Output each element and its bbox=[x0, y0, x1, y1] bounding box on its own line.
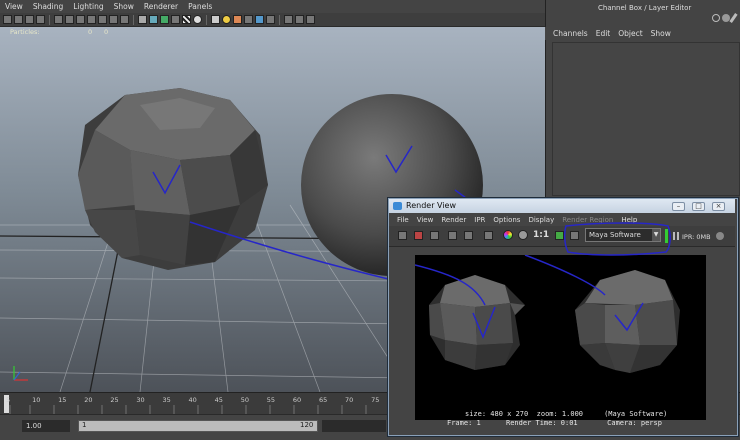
toolbar-divider bbox=[49, 14, 50, 25]
tick-label: 10 bbox=[32, 396, 41, 404]
help-icon[interactable] bbox=[712, 14, 720, 22]
select-camera-icon[interactable] bbox=[3, 15, 12, 24]
range-start-label: 1 bbox=[82, 421, 87, 429]
annotation-box bbox=[563, 222, 671, 256]
field-chart-icon[interactable] bbox=[98, 15, 107, 24]
isolate-select-icon[interactable] bbox=[284, 15, 293, 24]
safe-action-icon[interactable] bbox=[109, 15, 118, 24]
viewport-menubar: View Shading Lighting Show Renderer Pane… bbox=[0, 0, 545, 14]
hud-particles-value: 0 bbox=[88, 28, 93, 36]
ipr-render-icon[interactable] bbox=[448, 231, 457, 240]
anti-aliasing-icon[interactable] bbox=[255, 15, 264, 24]
bookmark-icon[interactable] bbox=[25, 15, 34, 24]
lights-icon[interactable] bbox=[193, 15, 202, 24]
render-image[interactable] bbox=[415, 255, 706, 420]
toolbar-divider bbox=[133, 14, 134, 25]
channel-box-title: Channel Box / Layer Editor bbox=[598, 4, 692, 12]
ipr-memory-label: IPR: 0MB bbox=[682, 233, 711, 241]
xray-joints-icon[interactable] bbox=[306, 15, 315, 24]
tick-label: 15 bbox=[58, 396, 67, 404]
camera-attributes-icon[interactable] bbox=[14, 15, 23, 24]
tick-label: 35 bbox=[162, 396, 171, 404]
toolbar-divider bbox=[279, 14, 280, 25]
toolbar-divider bbox=[206, 14, 207, 25]
rv-menu-file[interactable]: File bbox=[397, 216, 409, 224]
rendered-scene bbox=[415, 255, 680, 373]
depth-of-field-icon[interactable] bbox=[266, 15, 275, 24]
menu-object[interactable]: Object bbox=[618, 29, 642, 38]
menu-show[interactable]: Show bbox=[109, 2, 139, 11]
tick-label: 60 bbox=[292, 396, 302, 404]
render-status: size: 480 x 270 zoom: 1.000 (Maya Softwa… bbox=[389, 408, 735, 430]
tick-label: 5 bbox=[6, 396, 11, 404]
tick-label: 45 bbox=[214, 396, 223, 404]
channel-box-menubar: Channels Edit Object Show bbox=[545, 27, 740, 40]
tick-label: 20 bbox=[84, 396, 93, 404]
rv-menu-options[interactable]: Options bbox=[493, 216, 520, 224]
range-end-label: 120 bbox=[300, 421, 314, 429]
range-slider[interactable] bbox=[78, 420, 318, 432]
xray-icon[interactable] bbox=[295, 15, 304, 24]
render-region-icon[interactable] bbox=[414, 231, 423, 240]
minimize-button[interactable]: – bbox=[672, 202, 685, 211]
menu-renderer[interactable]: Renderer bbox=[139, 2, 183, 11]
menu-panels[interactable]: Panels bbox=[183, 2, 217, 11]
tick-label: 50 bbox=[240, 396, 249, 404]
tick-label: 55 bbox=[266, 396, 276, 404]
tick-label: 40 bbox=[188, 396, 197, 404]
film-gate-icon[interactable] bbox=[65, 15, 74, 24]
timeline-labels: 5 10 15 20 25 30 35 40 45 50 55 60 65 70… bbox=[6, 396, 421, 404]
end-time-field[interactable] bbox=[322, 420, 386, 432]
keep-image-icon[interactable] bbox=[484, 231, 493, 240]
textured-icon[interactable] bbox=[171, 15, 180, 24]
menu-edit[interactable]: Edit bbox=[596, 29, 611, 38]
rv-menu-display[interactable]: Display bbox=[528, 216, 554, 224]
render-frame-info: Frame: 1 Render Time: 0:01 Camera: persp bbox=[447, 419, 662, 427]
tick-label: 25 bbox=[110, 396, 119, 404]
tick-label: 30 bbox=[136, 396, 145, 404]
rgb-channels-icon[interactable] bbox=[503, 230, 513, 240]
ipr-status-icon bbox=[716, 232, 724, 240]
smooth-shade-icon[interactable] bbox=[149, 15, 158, 24]
safe-title-icon[interactable] bbox=[120, 15, 129, 24]
hud-particles-label: Particles: bbox=[10, 28, 40, 36]
render-size-info: size: 480 x 270 zoom: 1.000 (Maya Softwa… bbox=[465, 410, 668, 418]
close-button[interactable]: × bbox=[712, 202, 725, 211]
wireframe-icon[interactable] bbox=[138, 15, 147, 24]
ambient-occlusion-icon[interactable] bbox=[233, 15, 242, 24]
rv-menu-render[interactable]: Render bbox=[441, 216, 466, 224]
hud-particles-selected: 0 bbox=[104, 28, 109, 36]
lighting-icon[interactable] bbox=[222, 15, 231, 24]
rv-menu-ipr[interactable]: IPR bbox=[474, 216, 485, 224]
menu-show-cb[interactable]: Show bbox=[651, 29, 671, 38]
render-view-title: Render View bbox=[406, 201, 457, 210]
resolution-gate-icon[interactable] bbox=[76, 15, 85, 24]
grid-icon[interactable] bbox=[54, 15, 63, 24]
menu-lighting[interactable]: Lighting bbox=[68, 2, 108, 11]
shadows-icon[interactable] bbox=[211, 15, 220, 24]
alpha-channel-icon[interactable] bbox=[518, 230, 528, 240]
wireframe-on-shaded-icon[interactable] bbox=[160, 15, 169, 24]
tick-label: 70 bbox=[345, 396, 354, 404]
maximize-button[interactable]: □ bbox=[692, 202, 705, 211]
refresh-ipr-icon[interactable] bbox=[464, 231, 473, 240]
checker-icon[interactable] bbox=[182, 15, 191, 24]
real-size-button[interactable]: 1:1 bbox=[533, 230, 549, 240]
tick-label: 65 bbox=[318, 396, 328, 404]
channel-box-list[interactable] bbox=[552, 42, 740, 196]
snapshot-icon[interactable] bbox=[430, 231, 439, 240]
rv-menu-view[interactable]: View bbox=[417, 216, 434, 224]
rendered-faceted-sphere-right bbox=[575, 270, 680, 373]
image-plane-icon[interactable] bbox=[36, 15, 45, 24]
menu-channels[interactable]: Channels bbox=[553, 29, 588, 38]
viewport-toolbar bbox=[0, 13, 545, 27]
motion-blur-icon[interactable] bbox=[244, 15, 253, 24]
redo-render-icon[interactable] bbox=[398, 231, 407, 240]
gate-mask-icon[interactable] bbox=[87, 15, 96, 24]
maya-app-icon bbox=[393, 202, 402, 210]
axis-z-icon bbox=[13, 371, 21, 381]
menu-view[interactable]: View bbox=[0, 2, 28, 11]
start-time-field[interactable]: 1.00 bbox=[22, 420, 70, 432]
menu-shading[interactable]: Shading bbox=[28, 2, 68, 11]
